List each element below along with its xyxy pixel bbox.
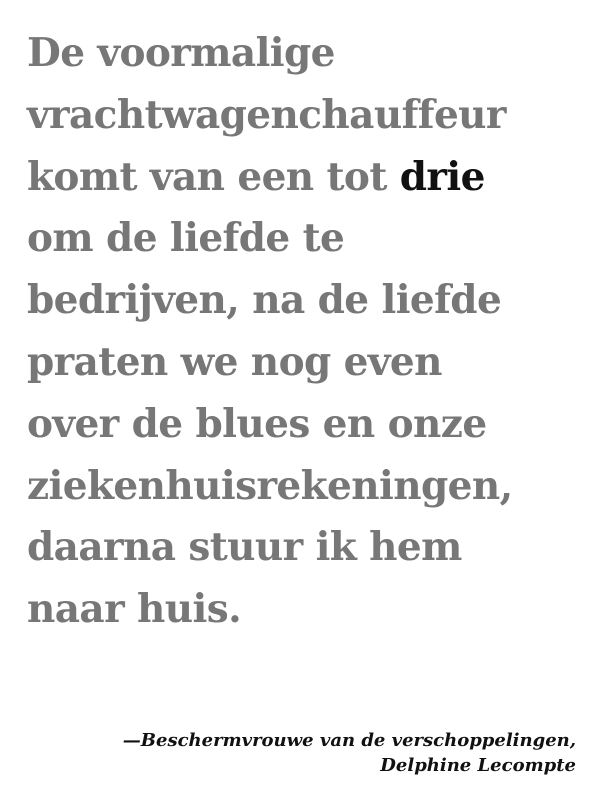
quote-line: praten we nog even bbox=[27, 338, 442, 385]
attribution-source: —Beschermvrouwe van de verschoppelingen, bbox=[122, 730, 576, 751]
quote-text: De voormalige vrachtwagenchauffeur komt … bbox=[27, 23, 587, 641]
quote-line: bedrijven, na de liefde bbox=[27, 277, 502, 324]
highlighted-word: drie bbox=[399, 153, 486, 200]
quote-line: De voormalige bbox=[27, 30, 336, 76]
quote-line: komt van een tot drie bbox=[27, 147, 587, 209]
quote-line: om de liefde te bbox=[27, 215, 345, 262]
attribution-author: Delphine Lecompte bbox=[380, 755, 576, 776]
attribution: —Beschermvrouwe van de verschoppelingen,… bbox=[123, 728, 576, 778]
quote-line-text: komt van een tot bbox=[27, 153, 400, 200]
quote-line: naar huis. bbox=[27, 586, 242, 633]
quote-line: daarna stuur ik hem bbox=[27, 524, 462, 571]
quote-line: vrachtwagenchauffeur bbox=[27, 91, 506, 138]
quote-line: over de blues en onze bbox=[27, 400, 487, 447]
quote-line: ziekenhuisrekeningen, bbox=[27, 462, 513, 509]
